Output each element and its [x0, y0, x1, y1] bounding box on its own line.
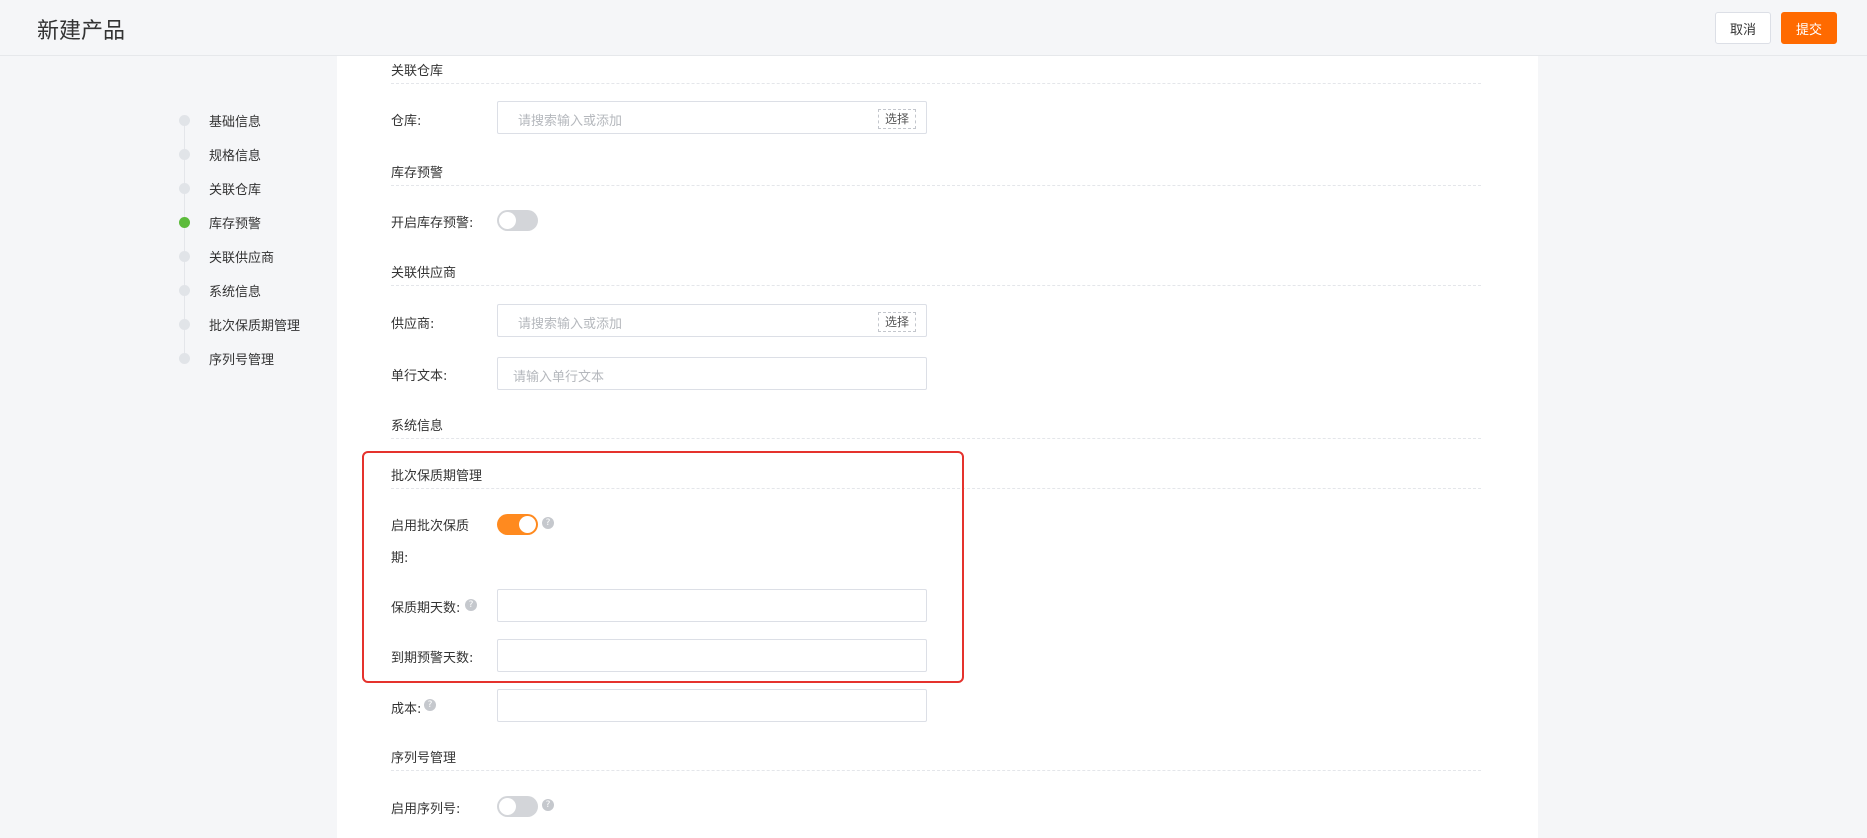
nav-item-supplier[interactable]: 关联供应商	[170, 239, 274, 273]
nav-dot-active	[179, 216, 190, 228]
highlight-box	[362, 451, 964, 683]
section-divider	[391, 285, 1481, 286]
section-title-stock-alert: 库存预警	[391, 166, 444, 181]
warehouse-select-button[interactable]: 选择	[877, 109, 916, 129]
section-title-warehouse: 关联仓库	[391, 64, 444, 79]
nav-item-label: 关联供应商	[209, 250, 275, 266]
section-divider	[391, 185, 1481, 186]
cost-input[interactable]	[497, 689, 927, 722]
single-text-placeholder: 请输入单行文本	[513, 370, 605, 385]
toggle-knob	[499, 212, 516, 229]
supplier-label: 供应商:	[391, 317, 435, 332]
nav-item-batch-shelf-life[interactable]: 批次保质期管理	[170, 307, 300, 341]
stock-alert-label: 开启库存预警:	[391, 216, 474, 231]
nav-dot	[179, 182, 190, 194]
help-icon[interactable]: ?	[542, 799, 554, 811]
nav-item-spec-info[interactable]: 规格信息	[170, 137, 261, 171]
supplier-search-input[interactable]: 请搜索输入或添加 选择	[497, 304, 927, 337]
nav-item-label: 批次保质期管理	[209, 318, 301, 334]
nav-dot	[179, 148, 190, 160]
serial-toggle[interactable]	[497, 796, 538, 817]
nav-dot	[179, 318, 190, 330]
nav-item-label: 基础信息	[209, 114, 262, 130]
single-text-input[interactable]: 请输入单行文本	[497, 357, 927, 390]
nav-item-label: 系统信息	[209, 284, 262, 300]
nav-item-warehouse[interactable]: 关联仓库	[170, 171, 261, 205]
section-divider	[391, 438, 1481, 439]
nav-item-basic-info[interactable]: 基础信息	[170, 103, 261, 137]
section-title-supplier: 关联供应商	[391, 266, 457, 281]
supplier-placeholder: 请搜索输入或添加	[518, 317, 623, 332]
nav-item-label: 关联仓库	[209, 182, 262, 198]
cancel-button[interactable]: 取消	[1715, 12, 1771, 44]
section-title-system: 系统信息	[391, 419, 444, 434]
section-divider	[391, 83, 1481, 84]
warehouse-label: 仓库:	[391, 114, 422, 129]
section-title-serial: 序列号管理	[391, 751, 457, 766]
serial-enable-label: 启用序列号:	[391, 802, 461, 817]
nav-dot	[179, 114, 190, 126]
nav-dot	[179, 352, 190, 364]
toggle-knob	[499, 798, 516, 815]
nav-item-label: 规格信息	[209, 148, 262, 164]
section-divider	[391, 770, 1481, 771]
nav-item-stock-alert[interactable]: 库存预警	[170, 205, 261, 239]
page-title: 新建产品	[37, 19, 126, 44]
nav-item-label: 序列号管理	[209, 352, 275, 368]
warehouse-placeholder: 请搜索输入或添加	[518, 114, 623, 129]
warehouse-search-input[interactable]: 请搜索输入或添加 选择	[497, 101, 927, 134]
submit-button[interactable]: 提交	[1781, 12, 1837, 44]
nav-item-label: 库存预警	[209, 216, 262, 232]
help-icon[interactable]: ?	[424, 699, 436, 711]
cost-label: 成本:	[391, 702, 422, 717]
single-text-label: 单行文本:	[391, 369, 448, 384]
nav-item-system-info[interactable]: 系统信息	[170, 273, 261, 307]
nav-dot	[179, 250, 190, 262]
supplier-select-button[interactable]: 选择	[877, 312, 916, 332]
nav-item-serial[interactable]: 序列号管理	[170, 341, 274, 375]
nav-dot	[179, 284, 190, 296]
page-header: 新建产品 取消 提交	[0, 0, 1867, 56]
stock-alert-toggle[interactable]	[497, 210, 538, 231]
